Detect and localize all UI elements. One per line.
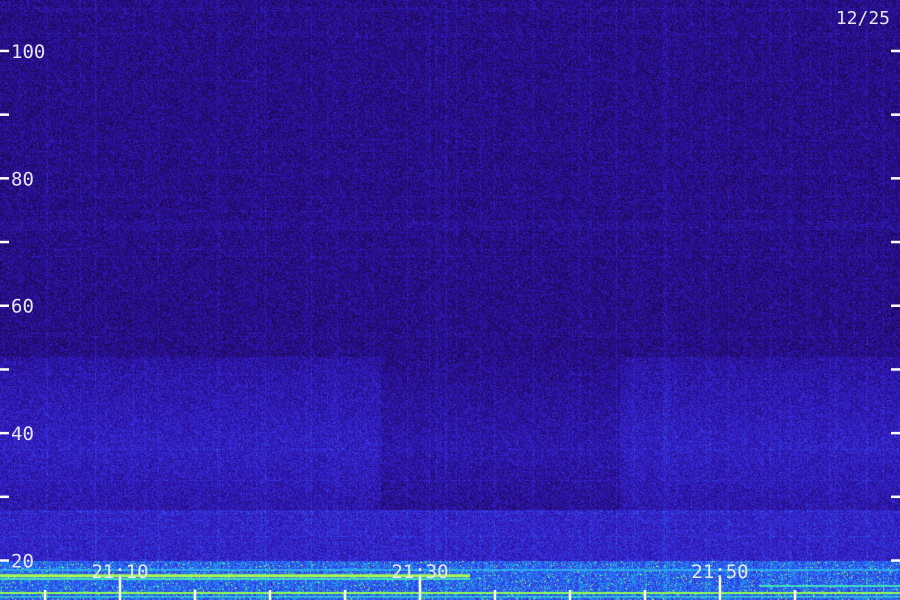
spectrogram-plot: 20 40 60 80 100 21:10 21:30 21:50 12/25 — [0, 0, 900, 600]
y-tick-label: 60 — [11, 296, 34, 318]
y-tick-label: 80 — [11, 168, 34, 190]
axes-overlay: 20 40 60 80 100 21:10 21:30 21:50 12/25 — [0, 8, 900, 600]
y-tick-label: 20 — [11, 551, 34, 573]
y-tick-label: 40 — [11, 423, 34, 445]
x-tick-label: 21:10 — [91, 561, 148, 583]
y-tick-label: 100 — [11, 41, 45, 63]
x-tick-label: 21:50 — [691, 561, 748, 583]
x-tick-label: 21:30 — [391, 561, 448, 583]
date-label: 12/25 — [836, 8, 890, 29]
